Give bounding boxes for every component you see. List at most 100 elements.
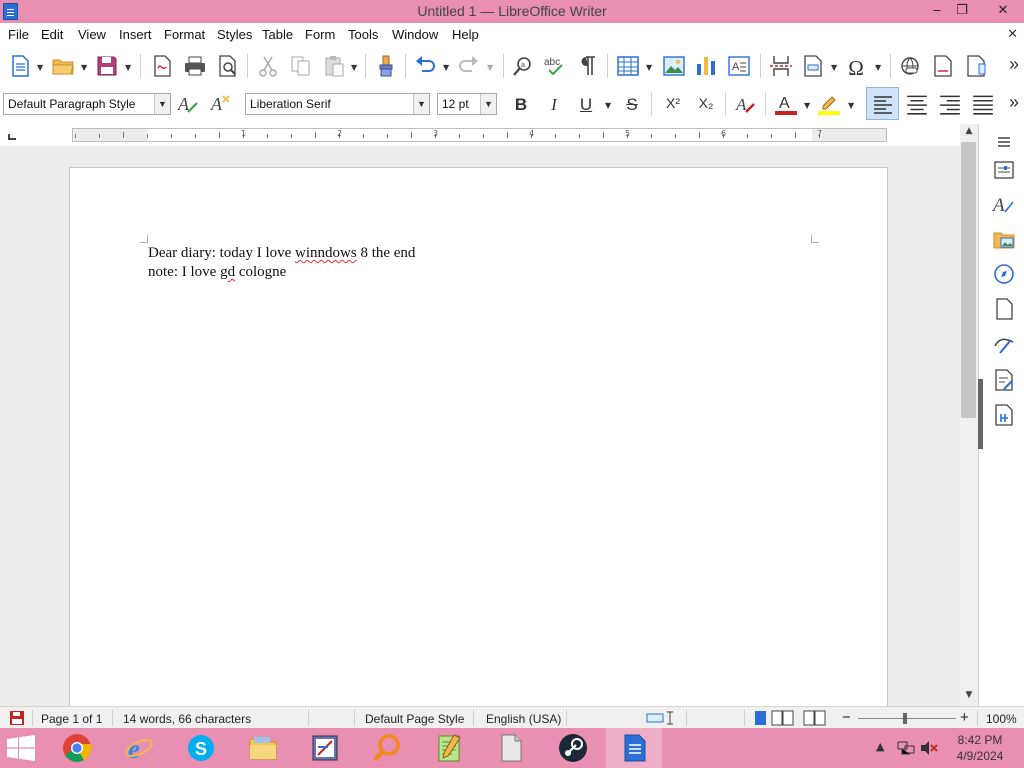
font-size-combo[interactable]: 12 pt ▼	[437, 93, 497, 115]
align-center-icon[interactable]	[905, 92, 929, 116]
navigator-icon[interactable]	[992, 262, 1016, 286]
zoom-in-button[interactable]: +	[960, 709, 969, 726]
manage-changes-icon[interactable]	[992, 368, 1016, 392]
justify-icon[interactable]	[971, 92, 995, 116]
special-character-dropdown-icon[interactable]: ▼	[875, 64, 883, 72]
menu-help[interactable]: Help	[452, 27, 479, 42]
properties-icon[interactable]	[992, 158, 1016, 182]
styles-icon[interactable]: A	[992, 192, 1016, 216]
insert-hyperlink-icon[interactable]	[898, 54, 922, 78]
taskbar-blank-document[interactable]	[482, 728, 538, 768]
insert-table-icon[interactable]	[616, 54, 640, 78]
save-icon[interactable]	[95, 54, 119, 78]
insert-text-box-icon[interactable]: A	[727, 54, 751, 78]
chevron-down-icon[interactable]: ▼	[154, 94, 170, 114]
windows-start-icon[interactable]	[6, 735, 36, 761]
misspelled-word[interactable]: winndows	[295, 245, 357, 261]
print-icon[interactable]	[183, 54, 207, 78]
underline-button[interactable]: U	[574, 95, 598, 115]
align-left-button[interactable]	[866, 87, 899, 120]
open-folder-icon[interactable]	[51, 54, 75, 78]
field-dropdown-icon[interactable]: ▼	[831, 64, 839, 72]
clone-formatting-icon[interactable]	[374, 54, 398, 78]
formatting-marks-icon[interactable]	[576, 54, 600, 78]
strikethrough-button[interactable]: S	[620, 95, 644, 115]
tab-stop-type-icon[interactable]	[8, 134, 16, 140]
vertical-scrollbar[interactable]: ▲ ▼	[960, 124, 978, 706]
zoom-out-button[interactable]: −	[842, 709, 851, 726]
font-name-combo[interactable]: Liberation Serif ▼	[245, 93, 430, 115]
insert-image-icon[interactable]	[662, 54, 686, 78]
gallery-icon[interactable]	[992, 227, 1016, 251]
close-button[interactable]: ✕	[982, 0, 1024, 23]
taskbar-steam[interactable]	[544, 728, 600, 768]
chevron-down-icon[interactable]: ▼	[413, 94, 429, 114]
taskbar-skype[interactable]: S	[172, 728, 228, 768]
clear-formatting-icon[interactable]: A	[734, 92, 758, 116]
new-document-icon[interactable]	[8, 54, 32, 78]
redo-dropdown-icon[interactable]: ▼	[487, 64, 495, 72]
horizontal-ruler[interactable]: 1 2 3 4 5 6 7	[0, 124, 978, 146]
menu-format[interactable]: Format	[164, 27, 205, 42]
paragraph-style-combo[interactable]: Default Paragraph Style ▼	[3, 93, 171, 115]
menu-form[interactable]: Form	[305, 27, 335, 42]
view-layout-icons[interactable]	[754, 710, 829, 726]
word-count[interactable]: 14 words, 66 characters	[123, 712, 251, 726]
zoom-slider-handle[interactable]	[903, 713, 907, 724]
cut-icon[interactable]	[256, 54, 280, 78]
menu-table[interactable]: Table	[262, 27, 293, 42]
highlight-color-icon[interactable]	[817, 92, 841, 116]
taskbar-internet-explorer[interactable]: e	[110, 728, 166, 768]
export-pdf-icon[interactable]	[150, 54, 174, 78]
system-clock[interactable]: 8:42 PM 4/9/2024	[950, 732, 1010, 764]
italic-button[interactable]: I	[542, 95, 566, 115]
insert-chart-icon[interactable]	[694, 54, 718, 78]
new-style-icon[interactable]: A	[209, 92, 233, 116]
show-hidden-icons-icon[interactable]: ▲	[876, 740, 884, 753]
find-replace-icon[interactable]: a	[511, 54, 535, 78]
insert-endnote-icon[interactable]	[964, 54, 988, 78]
restore-button[interactable]: ❐	[948, 0, 976, 23]
page-count[interactable]: Page 1 of 1	[41, 712, 102, 726]
scrollbar-thumb[interactable]	[961, 142, 976, 418]
special-character-icon[interactable]: Ω	[844, 56, 868, 81]
redo-icon[interactable]	[457, 54, 481, 78]
copy-icon[interactable]	[289, 54, 313, 78]
subscript-button[interactable]: X₂	[694, 95, 718, 111]
menu-window[interactable]: Window	[392, 27, 438, 42]
sidebar-menu-icon[interactable]	[992, 130, 1016, 154]
align-right-icon[interactable]	[938, 92, 962, 116]
design-icon[interactable]	[992, 403, 1016, 427]
bold-button[interactable]: B	[509, 95, 533, 115]
font-color-dropdown-icon[interactable]: ▼	[804, 102, 812, 110]
more-toolbar-icon[interactable]: »	[1002, 54, 1024, 75]
menu-file[interactable]: File	[8, 27, 29, 42]
volume-muted-icon[interactable]	[920, 740, 938, 756]
document-text[interactable]: Dear diary: today I love winndows 8 the …	[148, 244, 415, 282]
network-icon[interactable]	[897, 740, 915, 756]
open-dropdown-icon[interactable]: ▼	[81, 64, 89, 72]
style-inspector-icon[interactable]	[992, 332, 1016, 356]
misspelled-word[interactable]: gd	[220, 264, 235, 280]
taskbar-file-explorer[interactable]	[234, 728, 290, 768]
taskbar-notepad-plus[interactable]	[420, 728, 476, 768]
spelling-icon[interactable]: abc	[543, 54, 567, 78]
page-icon[interactable]	[992, 297, 1016, 321]
ruler-track[interactable]: 1 2 3 4 5 6 7	[72, 128, 887, 142]
language[interactable]: English (USA)	[486, 712, 561, 726]
taskbar-paint[interactable]	[296, 728, 352, 768]
print-preview-icon[interactable]	[216, 54, 240, 78]
menu-view[interactable]: View	[78, 27, 106, 42]
new-dropdown-icon[interactable]: ▼	[37, 64, 45, 72]
taskbar-chrome[interactable]	[48, 728, 104, 768]
close-document-icon[interactable]: ✕	[1007, 26, 1018, 42]
menu-tools[interactable]: Tools	[348, 27, 378, 42]
highlight-dropdown-icon[interactable]: ▼	[848, 102, 856, 110]
taskbar-libreoffice-writer[interactable]	[606, 728, 662, 768]
font-color-icon[interactable]: A	[774, 92, 798, 116]
chevron-down-icon[interactable]: ▼	[480, 94, 496, 114]
menu-styles[interactable]: Styles	[217, 27, 252, 42]
scroll-down-icon[interactable]: ▼	[960, 690, 978, 704]
sidebar-grip[interactable]	[978, 379, 983, 449]
insert-page-break-icon[interactable]	[769, 54, 793, 78]
